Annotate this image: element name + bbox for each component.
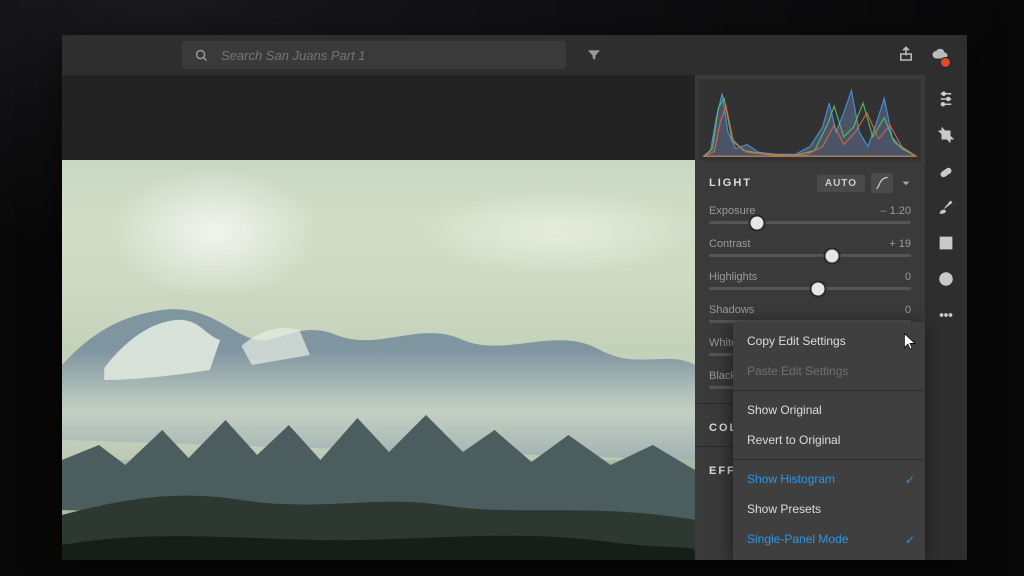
cursor-icon xyxy=(903,332,917,352)
menu-copy-settings[interactable]: Copy Edit Settings xyxy=(733,326,925,356)
histogram[interactable] xyxy=(699,79,921,161)
image-canvas[interactable] xyxy=(62,75,695,560)
menu-show-presets[interactable]: Show Presets xyxy=(733,494,925,524)
exposure-slider[interactable]: Exposure – 1.20 xyxy=(695,201,925,234)
brush-icon[interactable] xyxy=(936,197,956,217)
auto-button[interactable]: AUTO xyxy=(817,175,865,192)
light-title: LIGHT xyxy=(709,177,752,189)
radial-gradient-icon[interactable] xyxy=(936,269,956,289)
checkmark-icon: ✓ xyxy=(905,533,915,547)
shadows-value: 0 xyxy=(905,304,911,316)
menu-single-panel[interactable]: Single-Panel Mode ✓ xyxy=(733,524,925,554)
cloud-sync-icon[interactable] xyxy=(931,45,949,66)
menu-paste-label: Paste Edit Settings xyxy=(747,364,848,378)
menu-copy-label: Copy Edit Settings xyxy=(747,334,846,348)
light-section-header[interactable]: LIGHT AUTO xyxy=(695,161,925,201)
tone-curve-button[interactable] xyxy=(871,173,893,193)
contrast-value: + 19 xyxy=(889,238,911,250)
share-icon[interactable] xyxy=(897,45,915,66)
chevron-down-icon[interactable] xyxy=(899,176,913,190)
sliders-icon[interactable] xyxy=(936,89,956,109)
sync-alert-badge xyxy=(940,57,951,68)
linear-gradient-icon[interactable] xyxy=(936,233,956,253)
app-window: LIGHT AUTO Exposure – 1.20 Contrast + 19 H… xyxy=(62,35,967,560)
search-field[interactable] xyxy=(182,41,566,69)
context-menu: Copy Edit Settings Paste Edit Settings S… xyxy=(733,322,925,560)
menu-show-original-label: Show Original xyxy=(747,403,822,417)
menu-revert-original[interactable]: Revert to Original xyxy=(733,425,925,455)
menu-paste-settings: Paste Edit Settings xyxy=(733,356,925,386)
photo-preview xyxy=(62,160,695,560)
filter-icon[interactable] xyxy=(586,47,602,63)
menu-show-hist-label: Show Histogram xyxy=(747,472,835,486)
contrast-slider[interactable]: Contrast + 19 xyxy=(695,234,925,267)
shadows-label: Shadows xyxy=(709,304,754,316)
crop-icon[interactable] xyxy=(936,125,956,145)
search-input[interactable] xyxy=(219,47,554,64)
tool-rail xyxy=(925,75,967,560)
checkmark-icon: ✓ xyxy=(905,473,915,487)
menu-revert-label: Revert to Original xyxy=(747,433,840,447)
highlights-label: Highlights xyxy=(709,271,757,283)
heal-icon[interactable] xyxy=(936,161,956,181)
highlights-slider[interactable]: Highlights 0 xyxy=(695,267,925,300)
highlights-value: 0 xyxy=(905,271,911,283)
menu-single-panel-label: Single-Panel Mode xyxy=(747,532,848,546)
exposure-value: – 1.20 xyxy=(880,205,911,217)
more-icon[interactable] xyxy=(936,305,956,325)
topbar xyxy=(62,35,967,75)
exposure-label: Exposure xyxy=(709,205,755,217)
menu-show-histogram[interactable]: Show Histogram ✓ xyxy=(733,464,925,494)
contrast-label: Contrast xyxy=(709,238,751,250)
menu-show-original[interactable]: Show Original xyxy=(733,395,925,425)
search-icon xyxy=(194,48,209,63)
menu-show-presets-label: Show Presets xyxy=(747,502,821,516)
